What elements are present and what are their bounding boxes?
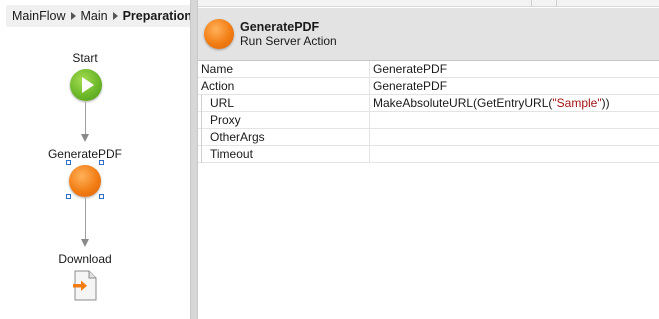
property-value[interactable] <box>370 146 659 162</box>
indent-guide <box>201 129 202 146</box>
property-name: Action <box>198 78 370 94</box>
properties-panel: GeneratePDF Run Server Action Name Gener… <box>198 0 659 319</box>
property-name: OtherArgs <box>198 129 370 145</box>
property-name: Name <box>198 61 370 77</box>
flow-canvas[interactable]: MainFlow Main Preparation Start Generate… <box>0 0 199 319</box>
property-value[interactable]: MakeAbsoluteURL(GetEntryURL("Sample")) <box>370 95 659 111</box>
expression-prefix: MakeAbsoluteURL(GetEntryURL( <box>373 96 553 110</box>
selection-handle[interactable] <box>99 160 104 165</box>
property-row-action[interactable]: Action GeneratePDF <box>198 78 659 95</box>
property-row-name[interactable]: Name GeneratePDF <box>198 61 659 78</box>
string-literal: "Sample" <box>552 96 602 110</box>
breadcrumb-separator-icon <box>70 12 76 20</box>
breadcrumb-current: Preparation <box>122 9 193 23</box>
breadcrumb: MainFlow Main Preparation <box>6 5 199 27</box>
element-type: Run Server Action <box>240 34 337 48</box>
server-action-node[interactable] <box>69 165 101 197</box>
download-label: Download <box>58 252 112 266</box>
selection-handle[interactable] <box>99 194 104 199</box>
start-label: Start <box>72 51 98 65</box>
indent-guide <box>201 95 202 112</box>
property-value[interactable] <box>370 112 659 128</box>
play-icon <box>81 77 94 93</box>
selection-handle[interactable] <box>66 160 71 165</box>
arrow-down-icon <box>81 134 89 142</box>
properties-grid: Name GeneratePDF Action GeneratePDF URL … <box>198 61 659 163</box>
property-row-proxy[interactable]: Proxy <box>198 112 659 129</box>
property-value[interactable]: GeneratePDF <box>370 78 659 94</box>
property-value[interactable] <box>370 129 659 145</box>
property-name: Proxy <box>198 112 370 128</box>
breadcrumb-separator-icon <box>112 12 118 20</box>
properties-header: GeneratePDF Run Server Action <box>198 8 659 61</box>
breadcrumb-item-main[interactable]: Main <box>81 9 108 23</box>
connector-line <box>85 198 86 240</box>
property-row-otherargs[interactable]: OtherArgs <box>198 129 659 146</box>
property-name: URL <box>198 95 370 111</box>
selection-handle[interactable] <box>66 194 71 199</box>
panel-splitter[interactable] <box>190 0 198 319</box>
connector-line <box>85 102 86 135</box>
arrow-down-icon <box>81 239 89 247</box>
start-node[interactable] <box>70 69 102 101</box>
download-icon <box>73 270 97 301</box>
breadcrumb-item-mainflow[interactable]: MainFlow <box>12 9 66 23</box>
element-title: GeneratePDF <box>240 20 320 34</box>
property-name: Timeout <box>198 146 370 162</box>
tab-divider <box>531 0 532 7</box>
indent-guide <box>201 146 202 163</box>
server-action-icon <box>204 19 234 49</box>
download-node[interactable] <box>72 270 98 301</box>
property-row-timeout[interactable]: Timeout <box>198 146 659 163</box>
action-label: GeneratePDF <box>47 147 123 161</box>
property-row-url[interactable]: URL MakeAbsoluteURL(GetEntryURL("Sample"… <box>198 95 659 112</box>
property-value[interactable]: GeneratePDF <box>370 61 659 77</box>
expression-suffix: )) <box>601 96 610 110</box>
tab-divider <box>556 0 557 7</box>
indent-guide <box>201 112 202 129</box>
panel-tab-strip <box>198 0 659 7</box>
